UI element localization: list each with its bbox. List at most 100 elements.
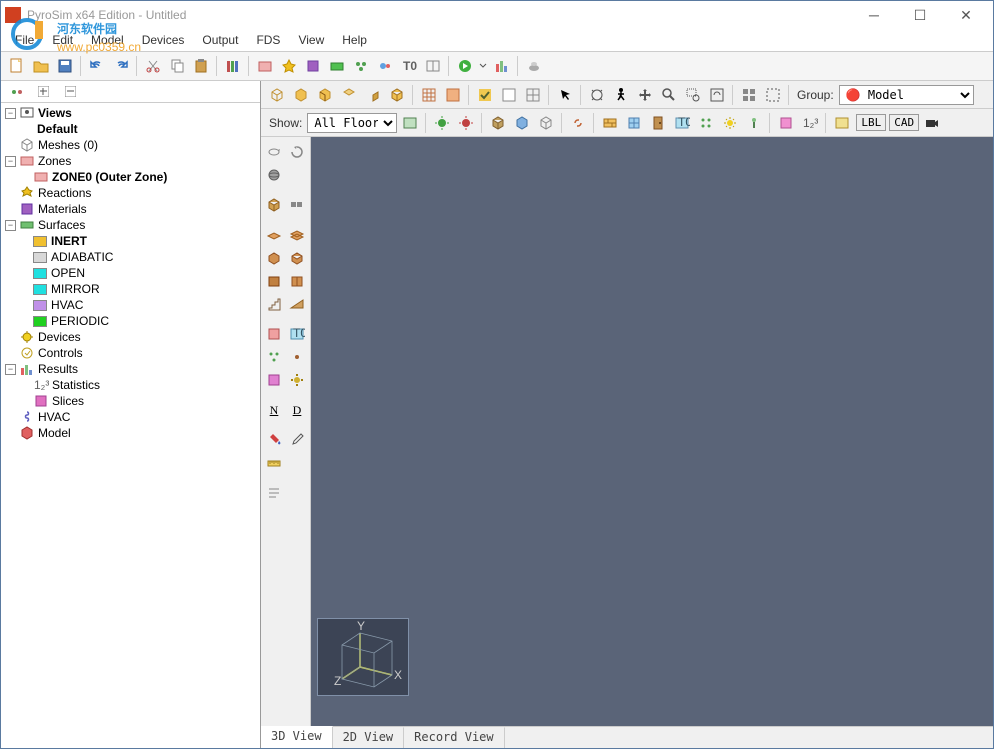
- tree-reactions[interactable]: Reactions: [1, 185, 260, 201]
- list-icon[interactable]: [263, 482, 285, 504]
- cube-tool-icon[interactable]: [263, 194, 285, 216]
- dot-icon[interactable]: [286, 346, 308, 368]
- minimize-button[interactable]: ─: [851, 1, 897, 29]
- tree-surface-hvac[interactable]: HVAC: [1, 297, 260, 313]
- 3d-viewport[interactable]: Y X Z: [311, 137, 993, 726]
- box-icon[interactable]: [263, 270, 285, 292]
- display-mode-icon[interactable]: [737, 83, 760, 106]
- cube2-icon[interactable]: [510, 111, 533, 134]
- save-button[interactable]: [53, 55, 76, 78]
- tree-zones[interactable]: −Zones: [1, 153, 260, 169]
- red-sun-icon[interactable]: [454, 111, 477, 134]
- tree-materials[interactable]: Materials: [1, 201, 260, 217]
- eyedropper-icon[interactable]: [286, 429, 308, 451]
- filter-icon[interactable]: [5, 80, 28, 103]
- expand-all-icon[interactable]: [32, 80, 55, 103]
- stairs-icon[interactable]: [263, 293, 285, 315]
- ramp-icon[interactable]: [286, 293, 308, 315]
- close-button[interactable]: ✕: [943, 1, 989, 29]
- zoom-window-tool[interactable]: [681, 83, 704, 106]
- tree-zone0[interactable]: ZONE0 (Outer Zone): [1, 169, 260, 185]
- door-icon[interactable]: [646, 111, 669, 134]
- burst-icon[interactable]: [718, 111, 741, 134]
- green-sun-icon[interactable]: [430, 111, 453, 134]
- tree-hvac[interactable]: HVAC: [1, 409, 260, 425]
- mesh-wire-icon[interactable]: [417, 83, 440, 106]
- tree-results[interactable]: −Results: [1, 361, 260, 377]
- cube-axo-icon[interactable]: [385, 83, 408, 106]
- tree-surface-inert[interactable]: INERT: [1, 233, 260, 249]
- plane-icon[interactable]: [263, 369, 285, 391]
- menu-edit[interactable]: Edit: [44, 31, 81, 49]
- tree-controls[interactable]: Controls: [1, 345, 260, 361]
- tree-surface-adiabatic[interactable]: ADIABATIC: [1, 249, 260, 265]
- floor-props-icon[interactable]: [398, 111, 421, 134]
- orbit-tool[interactable]: [585, 83, 608, 106]
- tree-model[interactable]: Model: [1, 425, 260, 441]
- lbl-button[interactable]: LBL: [856, 114, 886, 131]
- tree-surface-open[interactable]: OPEN: [1, 265, 260, 281]
- link-icon[interactable]: [566, 111, 589, 134]
- 3d-text-icon[interactable]: [830, 111, 853, 134]
- reaction-tool[interactable]: [277, 55, 300, 78]
- window-icon[interactable]: [622, 111, 645, 134]
- t0-tool-icon[interactable]: T0: [286, 323, 308, 345]
- collapse-all-icon[interactable]: [59, 80, 82, 103]
- check-vis-icon[interactable]: [473, 83, 496, 106]
- tree-meshes[interactable]: Meshes (0): [1, 137, 260, 153]
- tree-surface-mirror[interactable]: MIRROR: [1, 281, 260, 297]
- cube1-icon[interactable]: [486, 111, 509, 134]
- tab-3d-view[interactable]: 3D View: [261, 726, 333, 748]
- run-button[interactable]: [453, 55, 476, 78]
- menu-devices[interactable]: Devices: [134, 31, 193, 49]
- node-icon[interactable]: [742, 111, 765, 134]
- tree-views-default[interactable]: Default: [1, 121, 260, 137]
- particle-tool[interactable]: [349, 55, 372, 78]
- t0-icon[interactable]: T0: [670, 111, 693, 134]
- box2-icon[interactable]: [286, 270, 308, 292]
- sphere-icon[interactable]: [263, 164, 285, 186]
- wall-icon[interactable]: [598, 111, 621, 134]
- tree-surfaces[interactable]: −Surfaces: [1, 217, 260, 233]
- slab2-icon[interactable]: [286, 224, 308, 246]
- bucket-icon[interactable]: [263, 429, 285, 451]
- cad-button[interactable]: CAD: [889, 114, 919, 131]
- redo-button[interactable]: [109, 55, 132, 78]
- menu-file[interactable]: File: [7, 31, 42, 49]
- cube-top-icon[interactable]: [337, 83, 360, 106]
- tab-2d-view[interactable]: 2D View: [333, 727, 405, 748]
- cube-front-icon[interactable]: [313, 83, 336, 106]
- face-icon[interactable]: [263, 323, 285, 345]
- cut-button[interactable]: [141, 55, 164, 78]
- tree-views[interactable]: −Views: [1, 105, 260, 121]
- tree-slices[interactable]: Slices: [1, 393, 260, 409]
- paste-button[interactable]: [189, 55, 212, 78]
- copy-button[interactable]: [165, 55, 188, 78]
- menu-help[interactable]: Help: [334, 31, 375, 49]
- pan-tool[interactable]: [633, 83, 656, 106]
- nodes-icon[interactable]: [263, 346, 285, 368]
- tab-record-view[interactable]: Record View: [404, 727, 504, 748]
- maximize-button[interactable]: ☐: [897, 1, 943, 29]
- undo-button[interactable]: [85, 55, 108, 78]
- select-tool[interactable]: [553, 83, 576, 106]
- surface-tool[interactable]: [325, 55, 348, 78]
- slice-icon[interactable]: [774, 111, 797, 134]
- ruler-icon[interactable]: [263, 452, 285, 474]
- mesh-solid-icon[interactable]: [441, 83, 464, 106]
- reset-view-tool[interactable]: [705, 83, 728, 106]
- rotate-icon[interactable]: [263, 141, 285, 163]
- grid-vis-icon[interactable]: [521, 83, 544, 106]
- cube-solid-icon[interactable]: [289, 83, 312, 106]
- ramp-tool[interactable]: T0: [397, 55, 420, 78]
- material-tool[interactable]: [301, 55, 324, 78]
- camera-icon[interactable]: [920, 111, 943, 134]
- walk-tool[interactable]: [609, 83, 632, 106]
- run-dropdown-icon[interactable]: [477, 55, 489, 78]
- zones-tool[interactable]: [253, 55, 276, 78]
- slab-icon[interactable]: [263, 224, 285, 246]
- species-tool[interactable]: [373, 55, 396, 78]
- i23-icon[interactable]: 1₂³: [798, 111, 821, 134]
- new-button[interactable]: [5, 55, 28, 78]
- results-button[interactable]: [490, 55, 513, 78]
